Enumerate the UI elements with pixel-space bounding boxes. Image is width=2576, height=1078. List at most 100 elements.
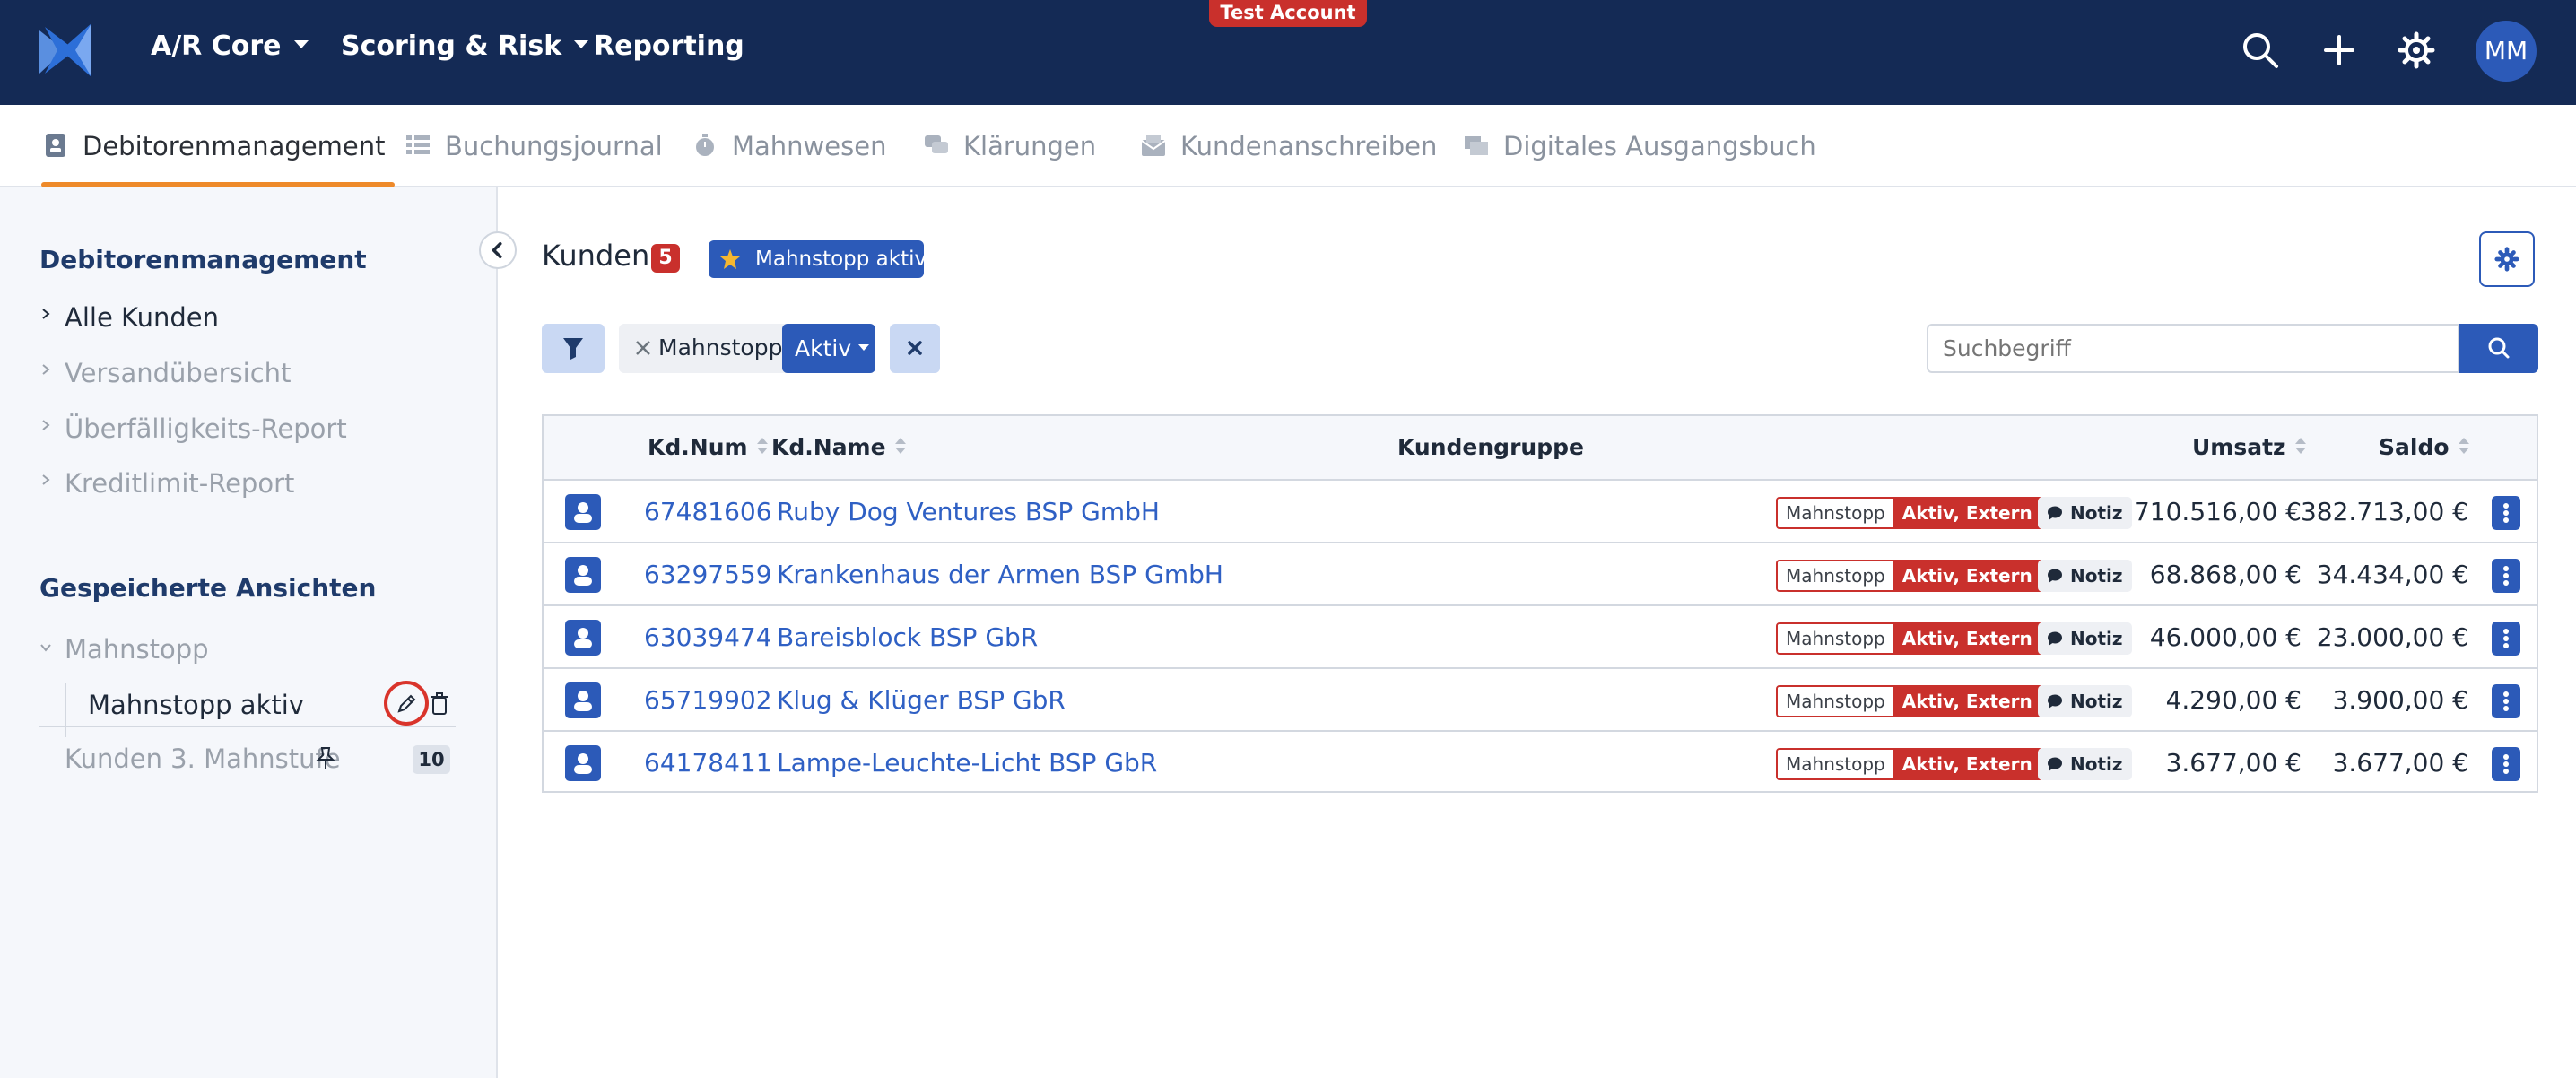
- customer-profile-button[interactable]: [565, 745, 601, 781]
- customer-profile-button[interactable]: [565, 557, 601, 593]
- filter-button[interactable]: [542, 324, 605, 373]
- customer-number-link[interactable]: 63297559: [644, 560, 772, 589]
- note-button[interactable]: Notiz: [2038, 560, 2132, 592]
- chevron-down-icon[interactable]: [39, 641, 52, 654]
- saved-view-mahnstopp-aktiv[interactable]: Mahnstopp aktiv: [88, 690, 304, 720]
- tab-klaerungen[interactable]: Klärungen: [924, 105, 1096, 187]
- customer-name-link[interactable]: Ruby Dog Ventures BSP GmbH: [777, 497, 1160, 526]
- customer-profile-button[interactable]: [565, 494, 601, 530]
- stopwatch-icon: [696, 134, 714, 156]
- tab-kundenanschreiben[interactable]: Kundenanschreiben: [1141, 105, 1437, 187]
- contact-card-icon: [46, 134, 65, 157]
- active-view-badge[interactable]: Mahnstopp aktiv: [709, 240, 927, 278]
- nav-scoring-risk[interactable]: Scoring & Risk: [341, 30, 589, 62]
- nav-ar-core[interactable]: A/R Core: [151, 30, 309, 62]
- row-actions-menu[interactable]: [2492, 684, 2520, 718]
- chevron-down-icon: [858, 343, 870, 351]
- customer-number-link[interactable]: 65719902: [644, 685, 772, 715]
- customer-number-link[interactable]: 63039474: [644, 622, 772, 652]
- column-header-name[interactable]: Kd.Name: [771, 434, 906, 460]
- tab-mahnwesen[interactable]: Mahnwesen: [692, 105, 886, 187]
- tab-digitales-ausgangsbuch[interactable]: Digitales Ausgangsbuch: [1464, 105, 1816, 187]
- note-button[interactable]: Notiz: [2038, 622, 2132, 655]
- status-tag-label: Mahnstopp: [1778, 499, 1893, 527]
- pin-icon[interactable]: [314, 745, 337, 770]
- nav-reporting[interactable]: Reporting: [594, 30, 744, 62]
- tab-label: Debitorenmanagement: [83, 131, 386, 161]
- pencil-icon[interactable]: [395, 692, 418, 716]
- column-header-umsatz[interactable]: Umsatz: [2192, 434, 2306, 460]
- status-tag-label: Mahnstopp: [1778, 687, 1893, 716]
- user-avatar[interactable]: MM: [2476, 21, 2537, 82]
- sidebar-item-ueberfaelligkeits-report[interactable]: Überfälligkeits-Report: [65, 413, 347, 444]
- customer-name-link[interactable]: Lampe-Leuchte-Licht BSP GbR: [777, 748, 1157, 778]
- sidebar-section-title: Debitorenmanagement: [39, 245, 367, 274]
- saldo-value: 3.900,00 €: [2332, 685, 2468, 715]
- sort-icon: [2458, 438, 2469, 456]
- row-actions-menu[interactable]: [2492, 622, 2520, 656]
- logo-icon[interactable]: [39, 23, 97, 77]
- tab-debitorenmanagement[interactable]: Debitorenmanagement: [41, 105, 395, 187]
- saved-view-kunden-3-mahnstufe[interactable]: Kunden 3. Mahnstufe: [65, 743, 341, 774]
- active-view-label: Mahnstopp aktiv: [755, 248, 927, 271]
- table-row: 63297559 Krankenhaus der Armen BSP GmbH …: [544, 543, 2537, 606]
- note-button[interactable]: Notiz: [2038, 685, 2132, 717]
- sort-icon: [2294, 438, 2306, 456]
- search-button[interactable]: [2459, 324, 2538, 373]
- clear-filters-button[interactable]: [890, 324, 940, 373]
- chevron-right-icon: [42, 474, 50, 485]
- column-label: Saldo: [2379, 434, 2450, 460]
- sidebar-item-versanduebersicht[interactable]: Versandübersicht: [65, 358, 291, 388]
- filter-value-label: Aktiv: [795, 335, 852, 361]
- chevron-down-icon: [293, 40, 309, 48]
- column-header-num[interactable]: Kd.Num: [648, 434, 768, 460]
- note-label: Notiz: [2070, 628, 2123, 649]
- customer-number-link[interactable]: 64178411: [644, 748, 772, 778]
- sort-icon: [756, 438, 768, 456]
- tab-buchungsjournal[interactable]: Buchungsjournal: [405, 105, 663, 187]
- row-actions-menu[interactable]: [2492, 747, 2520, 781]
- search-input[interactable]: [1927, 324, 2459, 373]
- umsatz-value: 710.516,00 €: [2133, 497, 2302, 526]
- note-label: Notiz: [2070, 753, 2123, 775]
- customer-name-link[interactable]: Krankenhaus der Armen BSP GmbH: [777, 560, 1223, 589]
- collapse-sidebar-button[interactable]: [479, 231, 517, 269]
- row-actions-menu[interactable]: [2492, 559, 2520, 593]
- status-tag-value: Aktiv, Extern: [1893, 750, 2041, 778]
- customer-profile-button[interactable]: [565, 620, 601, 656]
- customer-name-link[interactable]: Bareisblock BSP GbR: [777, 622, 1038, 652]
- column-label: Kd.Num: [648, 434, 748, 460]
- comment-icon: [2048, 569, 2062, 583]
- tree-connector: [65, 683, 66, 737]
- table-settings-button[interactable]: [2479, 231, 2535, 287]
- row-actions-menu[interactable]: [2492, 496, 2520, 530]
- sidebar-item-alle-kunden[interactable]: Alle Kunden: [65, 302, 219, 333]
- saved-view-count-badge: 10: [413, 745, 450, 774]
- saved-views-title: Gespeicherte Ansichten: [39, 573, 377, 603]
- folder-icon: [1465, 136, 1488, 155]
- customer-name-link[interactable]: Klug & Klüger BSP GbR: [777, 685, 1066, 715]
- status-tag-value: Aktiv, Extern: [1893, 687, 2041, 716]
- customer-profile-button[interactable]: [565, 682, 601, 718]
- saved-view-group-mahnstopp[interactable]: Mahnstopp: [65, 634, 209, 665]
- filter-value-dropdown[interactable]: Aktiv: [782, 324, 875, 373]
- table-row: 64178411 Lampe-Leuchte-Licht BSP GbR Mah…: [544, 732, 2537, 795]
- note-button[interactable]: Notiz: [2038, 748, 2132, 780]
- note-button[interactable]: Notiz: [2038, 497, 2132, 529]
- sidebar-divider: [39, 726, 456, 727]
- trash-icon[interactable]: [429, 691, 450, 717]
- tab-label: Mahnwesen: [732, 131, 887, 161]
- page-title: Kunden: [542, 239, 650, 273]
- gear-icon[interactable]: [2397, 30, 2436, 70]
- search-icon[interactable]: [2241, 30, 2280, 70]
- tab-label: Kundenanschreiben: [1180, 131, 1438, 161]
- column-header-group: Kundengruppe: [1397, 434, 1584, 460]
- tab-label: Digitales Ausgangsbuch: [1503, 131, 1816, 161]
- plus-icon[interactable]: [2319, 30, 2359, 70]
- column-header-saldo[interactable]: Saldo: [2379, 434, 2469, 460]
- chevron-right-icon: [42, 309, 50, 319]
- customer-number-link[interactable]: 67481606: [644, 497, 772, 526]
- sidebar-item-kreditlimit-report[interactable]: Kreditlimit-Report: [65, 468, 294, 499]
- remove-filter-icon[interactable]: [631, 336, 655, 360]
- table-row: 67481606 Ruby Dog Ventures BSP GmbH Mahn…: [544, 481, 2537, 543]
